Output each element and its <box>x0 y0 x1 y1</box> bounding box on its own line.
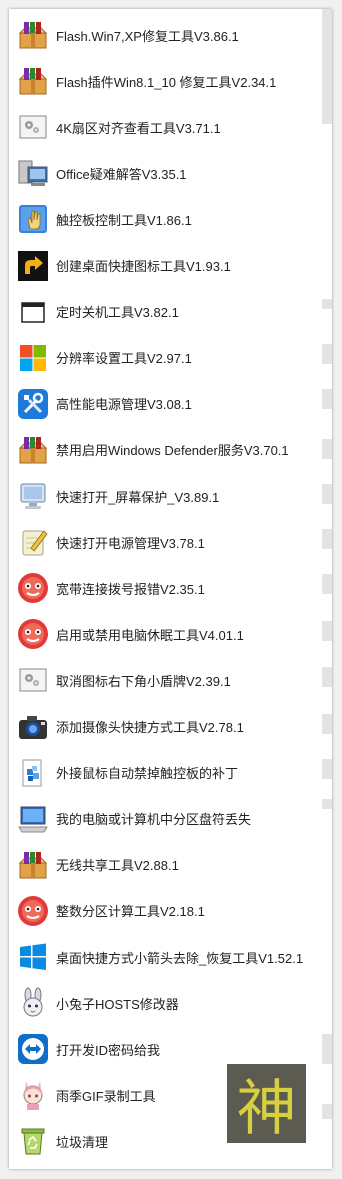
tool-list-item-label: 外接鼠标自动禁掉触控板的补丁 <box>56 766 239 782</box>
anime-girl-icon <box>17 1079 49 1111</box>
recycle-bin-icon <box>17 1125 49 1157</box>
tool-list-item-label: 快速打开_屏幕保护_V3.89.1 <box>56 489 220 505</box>
winrar-box-icon <box>17 65 49 97</box>
tool-list-item-label: 触控板控制工具V1.86.1 <box>56 212 192 228</box>
tool-list-item-label: 雨季GIF录制工具 <box>56 1088 156 1104</box>
rabbit-icon <box>17 987 49 1019</box>
notepad-pencil-icon <box>17 526 49 558</box>
shortcut-arrow-icon <box>17 250 49 282</box>
hand-pointer-icon <box>17 203 49 235</box>
tool-list-item[interactable]: 禁用启用Windows Defender服务V3.70.1 <box>9 427 318 473</box>
tool-list-item[interactable]: 宽带连接拨号报错V2.35.1 <box>9 565 318 611</box>
monitor-icon <box>17 480 49 512</box>
tool-list-item[interactable]: 添加摄像头快捷方式工具V2.78.1 <box>9 704 318 750</box>
tool-list-item[interactable]: 外接鼠标自动禁掉触控板的补丁 <box>9 750 318 796</box>
tool-list-item[interactable]: 桌面快捷方式小箭头去除_恢复工具V1.52.1 <box>9 934 318 980</box>
windows-logo-icon <box>17 342 49 374</box>
window-outline-icon <box>17 296 49 328</box>
tool-list-item-label: 4K扇区对齐查看工具V3.71.1 <box>56 120 221 136</box>
tool-list-item[interactable]: 我的电脑或计算机中分区盘符丢失 <box>9 796 318 842</box>
tool-list-item-label: 垃圾清理 <box>56 1134 109 1150</box>
tool-list-item[interactable]: 快速打开_屏幕保护_V3.89.1 <box>9 473 318 519</box>
tool-list-item[interactable]: 高性能电源管理V3.08.1 <box>9 381 318 427</box>
tool-list-item[interactable]: 快速打开电源管理V3.78.1 <box>9 519 318 565</box>
tool-list-panel: Flash.Win7,XP修复工具V3.86.1 Flash插件Win8.1_10… <box>9 9 332 1169</box>
tool-list-item-label: Flash插件Win8.1_10 修复工具V2.34.1 <box>56 74 277 90</box>
tool-list-item-label: 启用或禁用电脑休眠工具V4.01.1 <box>56 627 244 643</box>
cubes-icon <box>17 757 49 789</box>
tool-list-item-label: 桌面快捷方式小箭头去除_恢复工具V1.52.1 <box>56 950 304 966</box>
shen-watermark-badge: 神 <box>227 1064 306 1144</box>
tool-list-item-label: 宽带连接拨号报错V2.35.1 <box>56 581 205 597</box>
tool-list-item[interactable]: Flash插件Win8.1_10 修复工具V2.34.1 <box>9 58 318 104</box>
tool-list-item[interactable]: Flash.Win7,XP修复工具V3.86.1 <box>9 12 318 58</box>
tool-list-item[interactable]: 分辨率设置工具V2.97.1 <box>9 335 318 381</box>
tool-list-item-label: 我的电脑或计算机中分区盘符丢失 <box>56 812 252 828</box>
tool-list-item-label: Flash.Win7,XP修复工具V3.86.1 <box>56 28 239 44</box>
tool-list-item[interactable]: 触控板控制工具V1.86.1 <box>9 196 318 242</box>
winrar-box-icon <box>17 434 49 466</box>
camera-icon <box>17 711 49 743</box>
windows10-logo-icon <box>17 941 49 973</box>
tool-list-item-label: 无线共享工具V2.88.1 <box>56 858 179 874</box>
winrar-box-icon <box>17 19 49 51</box>
red-face-icon <box>17 895 49 927</box>
tool-list-item[interactable]: 4K扇区对齐查看工具V3.71.1 <box>9 104 318 150</box>
tool-list-item[interactable]: 创建桌面快捷图标工具V1.93.1 <box>9 243 318 289</box>
tool-list-item-label: 打开发ID密码给我 <box>56 1042 161 1058</box>
tool-list-item-label: Office疑难解答V3.35.1 <box>56 166 187 182</box>
computer-drive-icon <box>17 803 49 835</box>
tool-list-item-label: 创建桌面快捷图标工具V1.93.1 <box>56 259 231 274</box>
tool-list-item-label: 分辨率设置工具V2.97.1 <box>56 351 192 367</box>
winrar-box-icon <box>17 849 49 881</box>
red-face-icon <box>17 572 49 604</box>
tool-list-item[interactable]: 取消图标右下角小盾牌V2.39.1 <box>9 657 318 703</box>
tool-list-item[interactable]: 整数分区计算工具V2.18.1 <box>9 888 318 934</box>
tool-list-item-label: 整数分区计算工具V2.18.1 <box>56 904 205 920</box>
red-face-icon <box>17 618 49 650</box>
tool-list-item[interactable]: 启用或禁用电脑休眠工具V4.01.1 <box>9 611 318 657</box>
tool-list-item-label: 定时关机工具V3.82.1 <box>56 305 179 321</box>
tool-list-item-label: 取消图标右下角小盾牌V2.39.1 <box>56 673 231 689</box>
tools-icon <box>17 388 49 420</box>
tool-list-item-label: 快速打开电源管理V3.78.1 <box>56 535 205 551</box>
tool-list-item-label: 高性能电源管理V3.08.1 <box>56 397 192 413</box>
tool-list-item-label: 禁用启用Windows Defender服务V3.70.1 <box>56 443 289 459</box>
computer-help-icon <box>17 157 49 189</box>
gear-window-icon <box>17 664 49 696</box>
tool-list-item[interactable]: Office疑难解答V3.35.1 <box>9 150 318 196</box>
scrollbar[interactable] <box>320 9 332 1169</box>
tool-list-item[interactable]: 无线共享工具V2.88.1 <box>9 842 318 888</box>
tool-list-item[interactable]: 定时关机工具V3.82.1 <box>9 289 318 335</box>
gear-window-icon <box>17 111 49 143</box>
tool-list-item-label: 添加摄像头快捷方式工具V2.78.1 <box>56 720 244 735</box>
tool-list-item-label: 小兔子HOSTS修改器 <box>56 996 179 1012</box>
tool-list-item[interactable]: 小兔子HOSTS修改器 <box>9 980 318 1026</box>
teamviewer-icon <box>17 1033 49 1065</box>
